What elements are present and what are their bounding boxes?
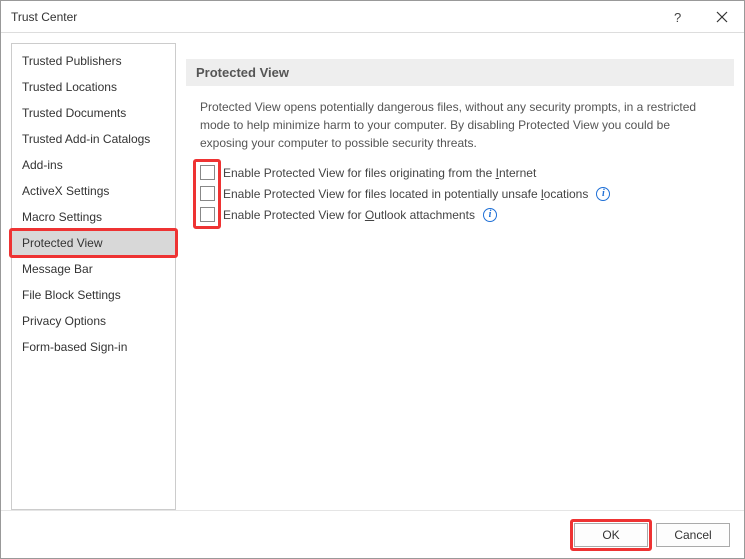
cancel-button[interactable]: Cancel [656, 523, 730, 547]
checkbox-label: Enable Protected View for files originat… [223, 166, 536, 180]
sidebar-item-activex-settings[interactable]: ActiveX Settings [12, 178, 175, 204]
category-sidebar: Trusted Publishers Trusted Locations Tru… [11, 43, 176, 510]
section-description: Protected View opens potentially dangero… [186, 98, 734, 162]
sidebar-item-label: Add-ins [22, 158, 63, 172]
ok-button[interactable]: OK [574, 523, 648, 547]
sidebar-item-macro-settings[interactable]: Macro Settings [12, 204, 175, 230]
checkbox-group: Enable Protected View for files originat… [186, 162, 734, 225]
sidebar-item-message-bar[interactable]: Message Bar [12, 256, 175, 282]
sidebar-item-file-block-settings[interactable]: File Block Settings [12, 282, 175, 308]
checkbox-row-unsafe-locations[interactable]: Enable Protected View for files located … [200, 183, 734, 204]
dialog-footer: OK Cancel [1, 510, 744, 558]
checkbox-icon[interactable] [200, 207, 215, 222]
button-label: Cancel [674, 528, 711, 542]
sidebar-item-label: Form-based Sign-in [22, 340, 127, 354]
section-header: Protected View [186, 59, 734, 86]
sidebar-item-label: Privacy Options [22, 314, 106, 328]
sidebar-item-label: Protected View [22, 236, 103, 250]
checkbox-row-internet[interactable]: Enable Protected View for files originat… [200, 162, 734, 183]
info-icon[interactable]: i [596, 187, 610, 201]
close-icon [716, 11, 728, 23]
window-title: Trust Center [11, 10, 654, 24]
sidebar-item-label: Trusted Locations [22, 80, 117, 94]
trust-center-dialog: Trust Center ? Trusted Publishers Truste… [0, 0, 745, 559]
checkbox-icon[interactable] [200, 165, 215, 180]
sidebar-item-trusted-publishers[interactable]: Trusted Publishers [12, 48, 175, 74]
sidebar-item-label: Trusted Publishers [22, 54, 122, 68]
sidebar-item-label: Macro Settings [22, 210, 102, 224]
content-pane: Protected View Protected View opens pote… [186, 43, 734, 510]
sidebar-item-trusted-addin-catalogs[interactable]: Trusted Add-in Catalogs [12, 126, 175, 152]
sidebar-item-label: Trusted Add-in Catalogs [22, 132, 150, 146]
checkbox-icon[interactable] [200, 186, 215, 201]
sidebar-item-label: Message Bar [22, 262, 93, 276]
help-icon: ? [671, 11, 683, 23]
sidebar-item-protected-view[interactable]: Protected View [12, 230, 175, 256]
help-button[interactable]: ? [654, 1, 699, 33]
svg-text:?: ? [674, 11, 681, 23]
sidebar-item-addins[interactable]: Add-ins [12, 152, 175, 178]
sidebar-item-label: File Block Settings [22, 288, 121, 302]
checkbox-label: Enable Protected View for Outlook attach… [223, 208, 475, 222]
sidebar-item-form-based-signin[interactable]: Form-based Sign-in [12, 334, 175, 360]
sidebar-item-label: ActiveX Settings [22, 184, 109, 198]
dialog-body: Trusted Publishers Trusted Locations Tru… [1, 33, 744, 510]
close-button[interactable] [699, 1, 744, 33]
sidebar-item-label: Trusted Documents [22, 106, 126, 120]
sidebar-item-privacy-options[interactable]: Privacy Options [12, 308, 175, 334]
info-icon[interactable]: i [483, 208, 497, 222]
sidebar-item-trusted-documents[interactable]: Trusted Documents [12, 100, 175, 126]
checkbox-label: Enable Protected View for files located … [223, 187, 588, 201]
checkbox-row-outlook-attachments[interactable]: Enable Protected View for Outlook attach… [200, 204, 734, 225]
button-label: OK [602, 528, 619, 542]
titlebar: Trust Center ? [1, 1, 744, 33]
sidebar-item-trusted-locations[interactable]: Trusted Locations [12, 74, 175, 100]
